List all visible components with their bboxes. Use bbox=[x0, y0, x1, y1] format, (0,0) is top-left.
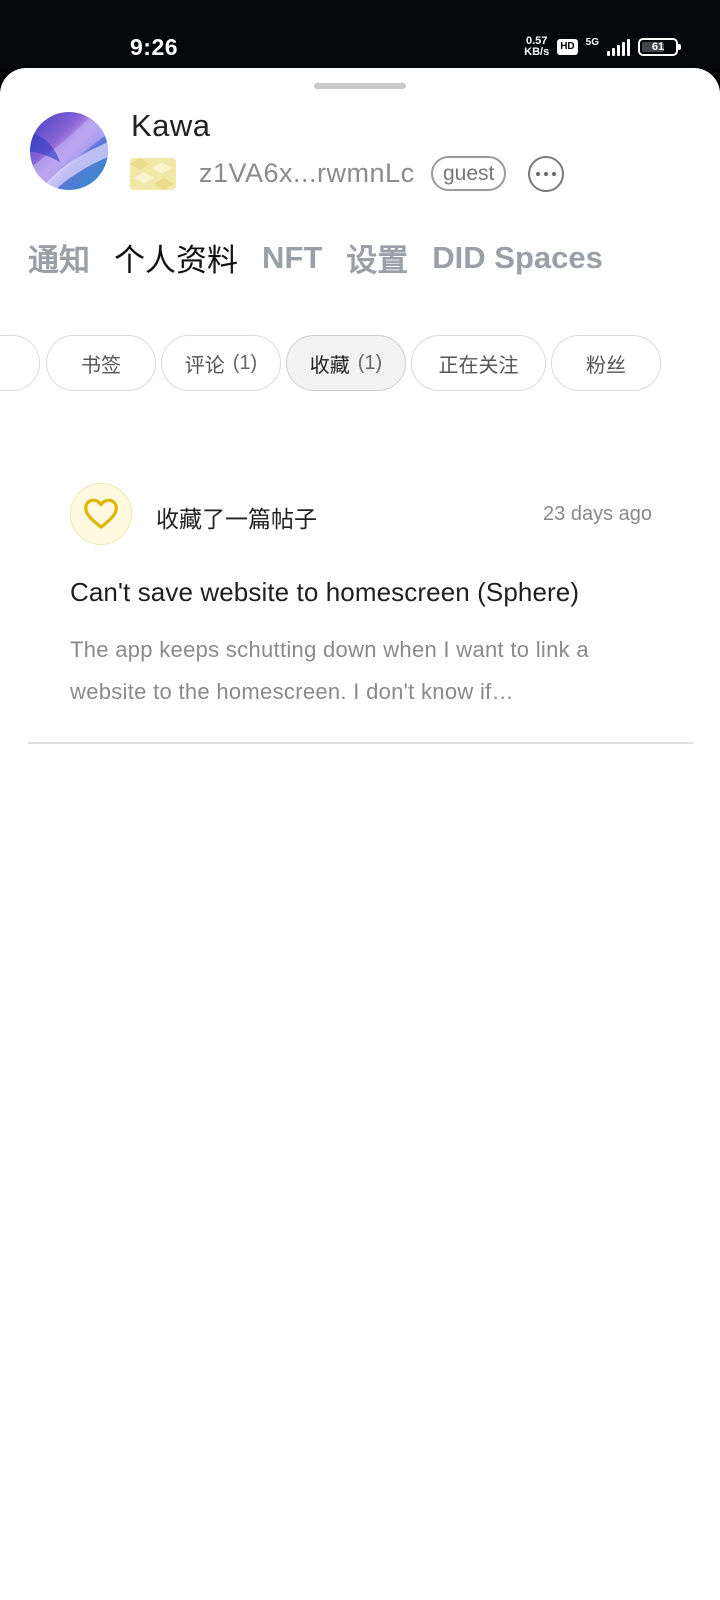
heart-icon bbox=[84, 498, 118, 529]
post-title[interactable]: Can't save website to homescreen (Sphere… bbox=[70, 577, 670, 608]
more-options-button[interactable] bbox=[528, 156, 564, 192]
tab-nft[interactable]: NFT bbox=[262, 240, 322, 276]
hd-icon: HD bbox=[557, 39, 578, 55]
signal-icon bbox=[607, 38, 630, 56]
chip-hidden-previous[interactable] bbox=[0, 335, 40, 391]
chip-count: (1) bbox=[357, 351, 383, 374]
chip-following[interactable]: 正在关注 bbox=[411, 335, 546, 391]
avatar[interactable] bbox=[30, 112, 108, 190]
status-icons: 0.57 KB/s HD 5G 61 bbox=[524, 36, 681, 58]
profile-sheet: Kawa z1VA6x...rwmnLc guest 通知 个人资料 NFT 设… bbox=[0, 68, 720, 1600]
network-speed: 0.57 KB/s bbox=[524, 36, 549, 58]
chip-favorites[interactable]: 收藏 (1) bbox=[286, 335, 406, 391]
post-excerpt: The app keeps schutting down when I want… bbox=[70, 637, 589, 704]
chip-label: 收藏 bbox=[309, 354, 350, 377]
activity-action: 收藏了一篇帖子 bbox=[156, 506, 317, 532]
tab-did-spaces[interactable]: DID Spaces bbox=[432, 240, 603, 276]
did-avatar-icon bbox=[130, 158, 176, 190]
chip-comments[interactable]: 评论 (1) bbox=[161, 335, 281, 391]
chip-followers[interactable]: 粉丝 bbox=[551, 335, 661, 391]
tab-notifications[interactable]: 通知 bbox=[28, 235, 90, 280]
dot-icon bbox=[552, 172, 556, 176]
chip-bookmarks[interactable]: 书签 bbox=[46, 335, 156, 391]
chip-count: (1) bbox=[232, 351, 258, 374]
drag-handle[interactable] bbox=[314, 83, 406, 89]
battery-icon: 61 bbox=[638, 38, 681, 56]
battery-level: 61 bbox=[651, 41, 665, 53]
network-speed-unit: KB/s bbox=[524, 46, 550, 58]
divider bbox=[28, 742, 693, 744]
dot-icon bbox=[536, 172, 540, 176]
tab-profile[interactable]: 个人资料 bbox=[114, 235, 238, 280]
chip-label: 粉丝 bbox=[586, 354, 626, 377]
network-type: 5G bbox=[585, 37, 599, 48]
chip-label: 评论 bbox=[184, 354, 225, 377]
dot-icon bbox=[544, 172, 548, 176]
activity-timestamp: 23 days ago bbox=[543, 503, 652, 525]
role-badge: guest bbox=[431, 156, 507, 191]
chip-label: 书签 bbox=[81, 354, 121, 377]
status-time: 9:26 bbox=[130, 34, 179, 60]
status-bar: 9:26 0.57 KB/s HD 5G 61 bbox=[0, 0, 720, 70]
did-address[interactable]: z1VA6x...rwmnLc bbox=[199, 158, 415, 189]
chip-label: 正在关注 bbox=[438, 354, 519, 377]
main-tabs: 通知 个人资料 NFT 设置 DID Spaces bbox=[28, 235, 627, 280]
user-name: Kawa bbox=[131, 108, 211, 143]
avatar-image bbox=[30, 112, 108, 190]
filter-chips: 书签 评论 (1) 收藏 (1) 正在关注 粉丝 bbox=[0, 335, 720, 393]
favorite-badge bbox=[70, 483, 132, 545]
tab-settings[interactable]: 设置 bbox=[346, 235, 408, 280]
